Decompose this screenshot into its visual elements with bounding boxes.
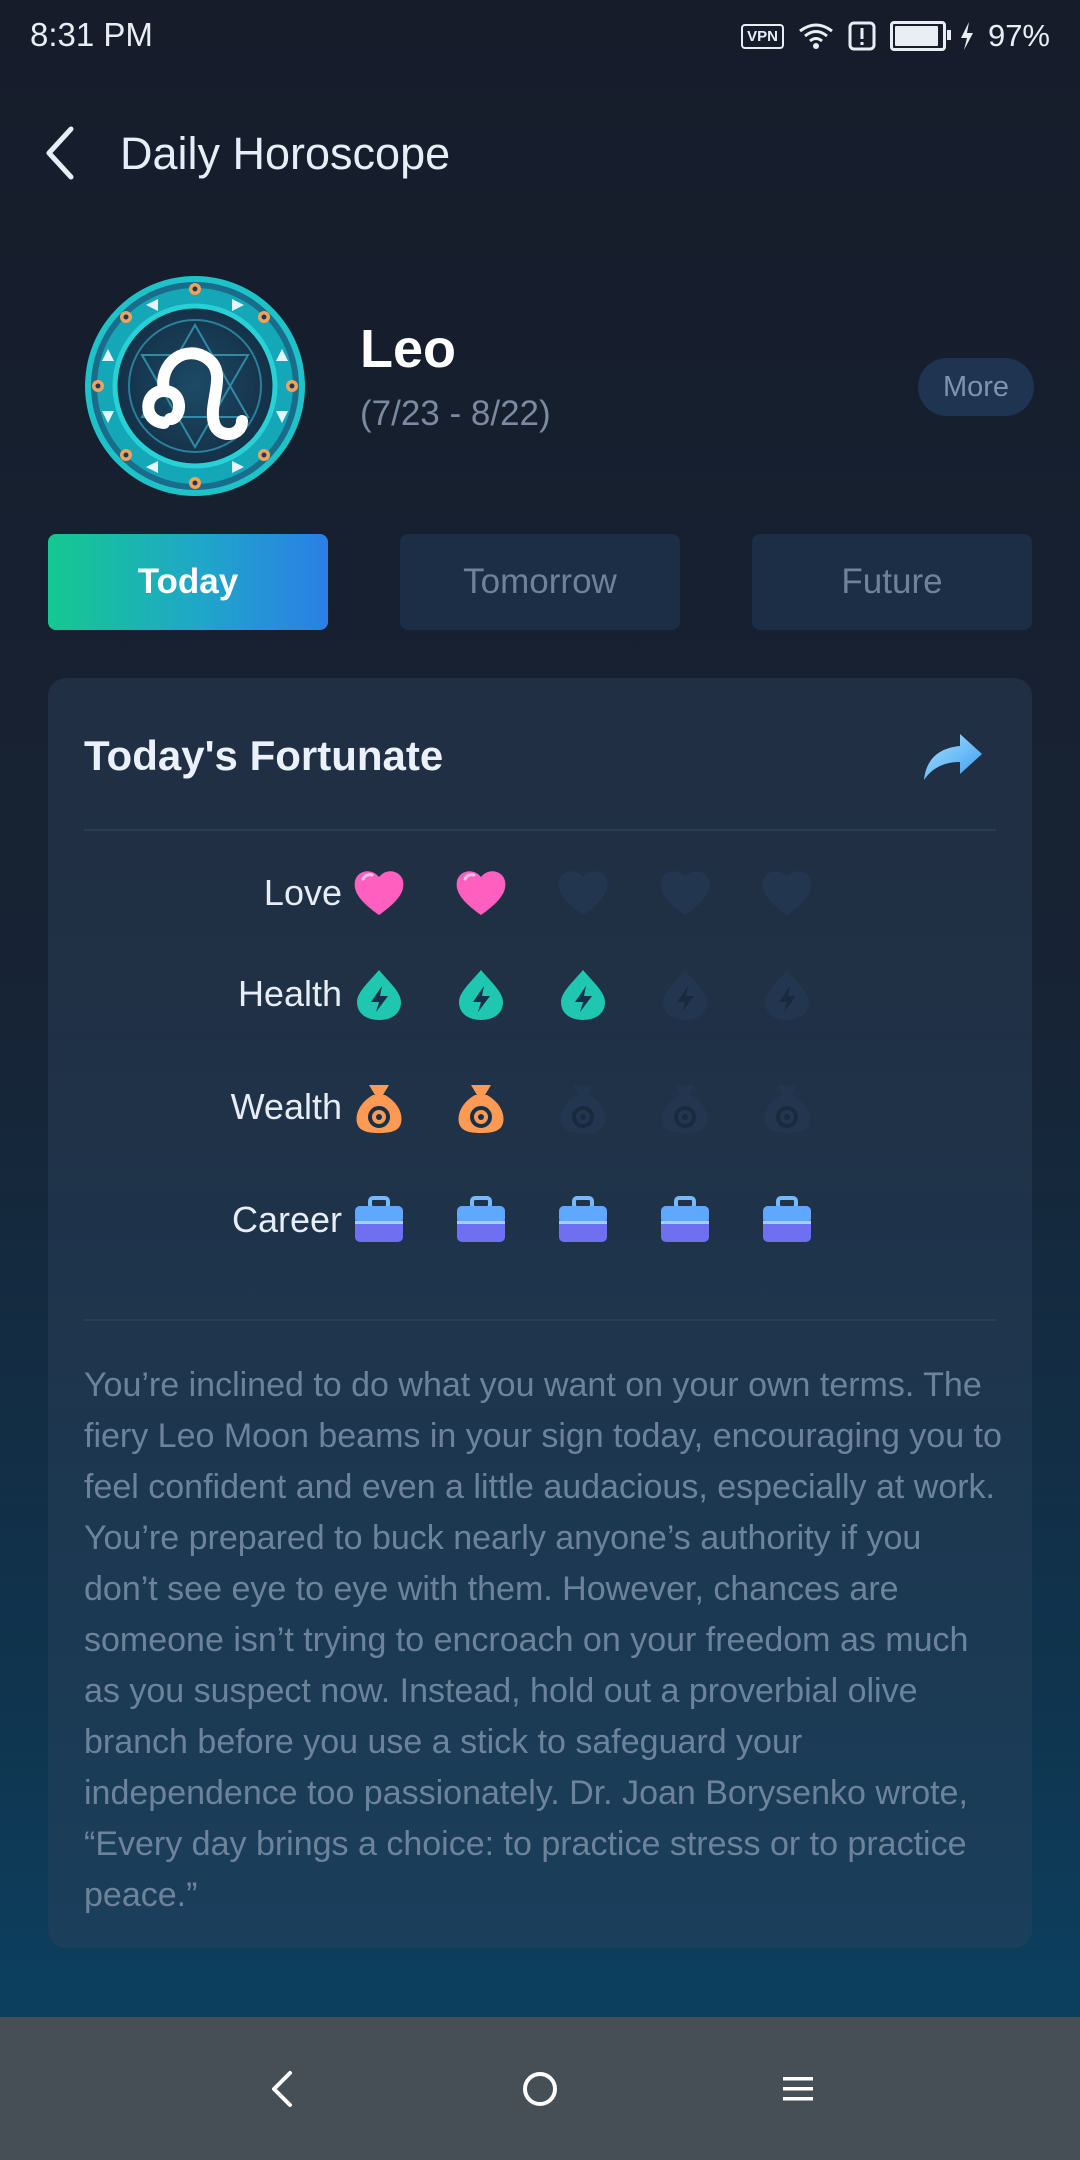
nav-back-icon: [272, 2071, 292, 2107]
heart-icon: [660, 871, 710, 915]
rating-row-wealth: Wealth: [48, 1062, 1032, 1152]
money-bag-icon: [662, 1085, 708, 1133]
heart-icon: [354, 871, 404, 915]
sign-dates: (7/23 - 8/22): [360, 394, 551, 433]
share-arrow-icon[interactable]: [922, 730, 986, 782]
tab-future[interactable]: Future: [752, 534, 1032, 630]
nav-menu-icon: [783, 2077, 813, 2101]
briefcase-icon: [457, 1196, 505, 1242]
money-bag-icon: [560, 1085, 606, 1133]
card-divider: [84, 1319, 996, 1321]
battery-percent: 97%: [987, 18, 1050, 53]
wifi-icon: [799, 23, 833, 49]
vpn-icon: VPN: [741, 23, 784, 49]
status-time: 8:31 PM: [30, 16, 153, 53]
rating-row-career: Career: [48, 1175, 1032, 1265]
heart-icon: [762, 871, 812, 915]
heart-icon: [456, 871, 506, 915]
rating-icons-love: [351, 848, 815, 938]
rating-row-love: Love: [48, 848, 1032, 938]
tab-tomorrow[interactable]: Tomorrow: [400, 534, 680, 630]
nav-menu-button[interactable]: [762, 2053, 834, 2125]
page-title: Daily Horoscope: [120, 128, 451, 179]
leo-zodiac-emblem: [85, 276, 305, 496]
nav-back-button[interactable]: [246, 2053, 318, 2125]
health-drop-icon: [561, 970, 605, 1020]
back-button[interactable]: [30, 118, 90, 188]
money-bag-icon: [458, 1085, 504, 1133]
rating-icons-health: [351, 949, 815, 1039]
charging-icon: [960, 22, 973, 50]
briefcase-icon: [763, 1196, 811, 1242]
sign-name: Leo: [360, 319, 457, 379]
briefcase-icon: [661, 1196, 709, 1242]
fortune-card: Today's Fortunate Love Health Wealth Car…: [48, 678, 1032, 1948]
rating-label-wealth: Wealth: [230, 1086, 342, 1127]
more-button[interactable]: More: [918, 358, 1034, 416]
status-bar: 8:31 PM VPN 97%: [0, 0, 1080, 72]
nav-home-icon: [523, 2072, 557, 2106]
app-header: Daily Horoscope: [0, 100, 1080, 210]
tab-today[interactable]: Today: [48, 534, 328, 630]
money-bag-icon: [356, 1085, 402, 1133]
health-drop-icon: [765, 970, 809, 1020]
nav-home-button[interactable]: [504, 2053, 576, 2125]
rating-icons-wealth: [351, 1062, 815, 1152]
battery-icon: [889, 21, 951, 51]
money-bag-icon: [764, 1085, 810, 1133]
health-drop-icon: [663, 970, 707, 1020]
rating-label-love: Love: [263, 872, 342, 913]
alert-icon: [848, 21, 876, 51]
card-divider: [84, 829, 996, 831]
health-drop-icon: [357, 970, 401, 1020]
rating-label-career: Career: [231, 1199, 342, 1240]
rating-label-health: Health: [237, 973, 342, 1014]
system-nav-bar: [0, 2017, 1080, 2160]
briefcase-icon: [559, 1196, 607, 1242]
horoscope-reading: You’re inclined to do what you want on y…: [84, 1366, 1002, 1914]
health-drop-icon: [459, 970, 503, 1020]
rating-row-health: Health: [48, 949, 1032, 1039]
rating-icons-career: [351, 1175, 815, 1265]
heart-icon: [558, 871, 608, 915]
battery-fill: [894, 26, 938, 46]
chevron-left-icon: [46, 126, 74, 180]
card-title: Today's Fortunate: [84, 732, 444, 779]
briefcase-icon: [355, 1196, 403, 1242]
status-icons: VPN 97%: [741, 18, 1050, 54]
